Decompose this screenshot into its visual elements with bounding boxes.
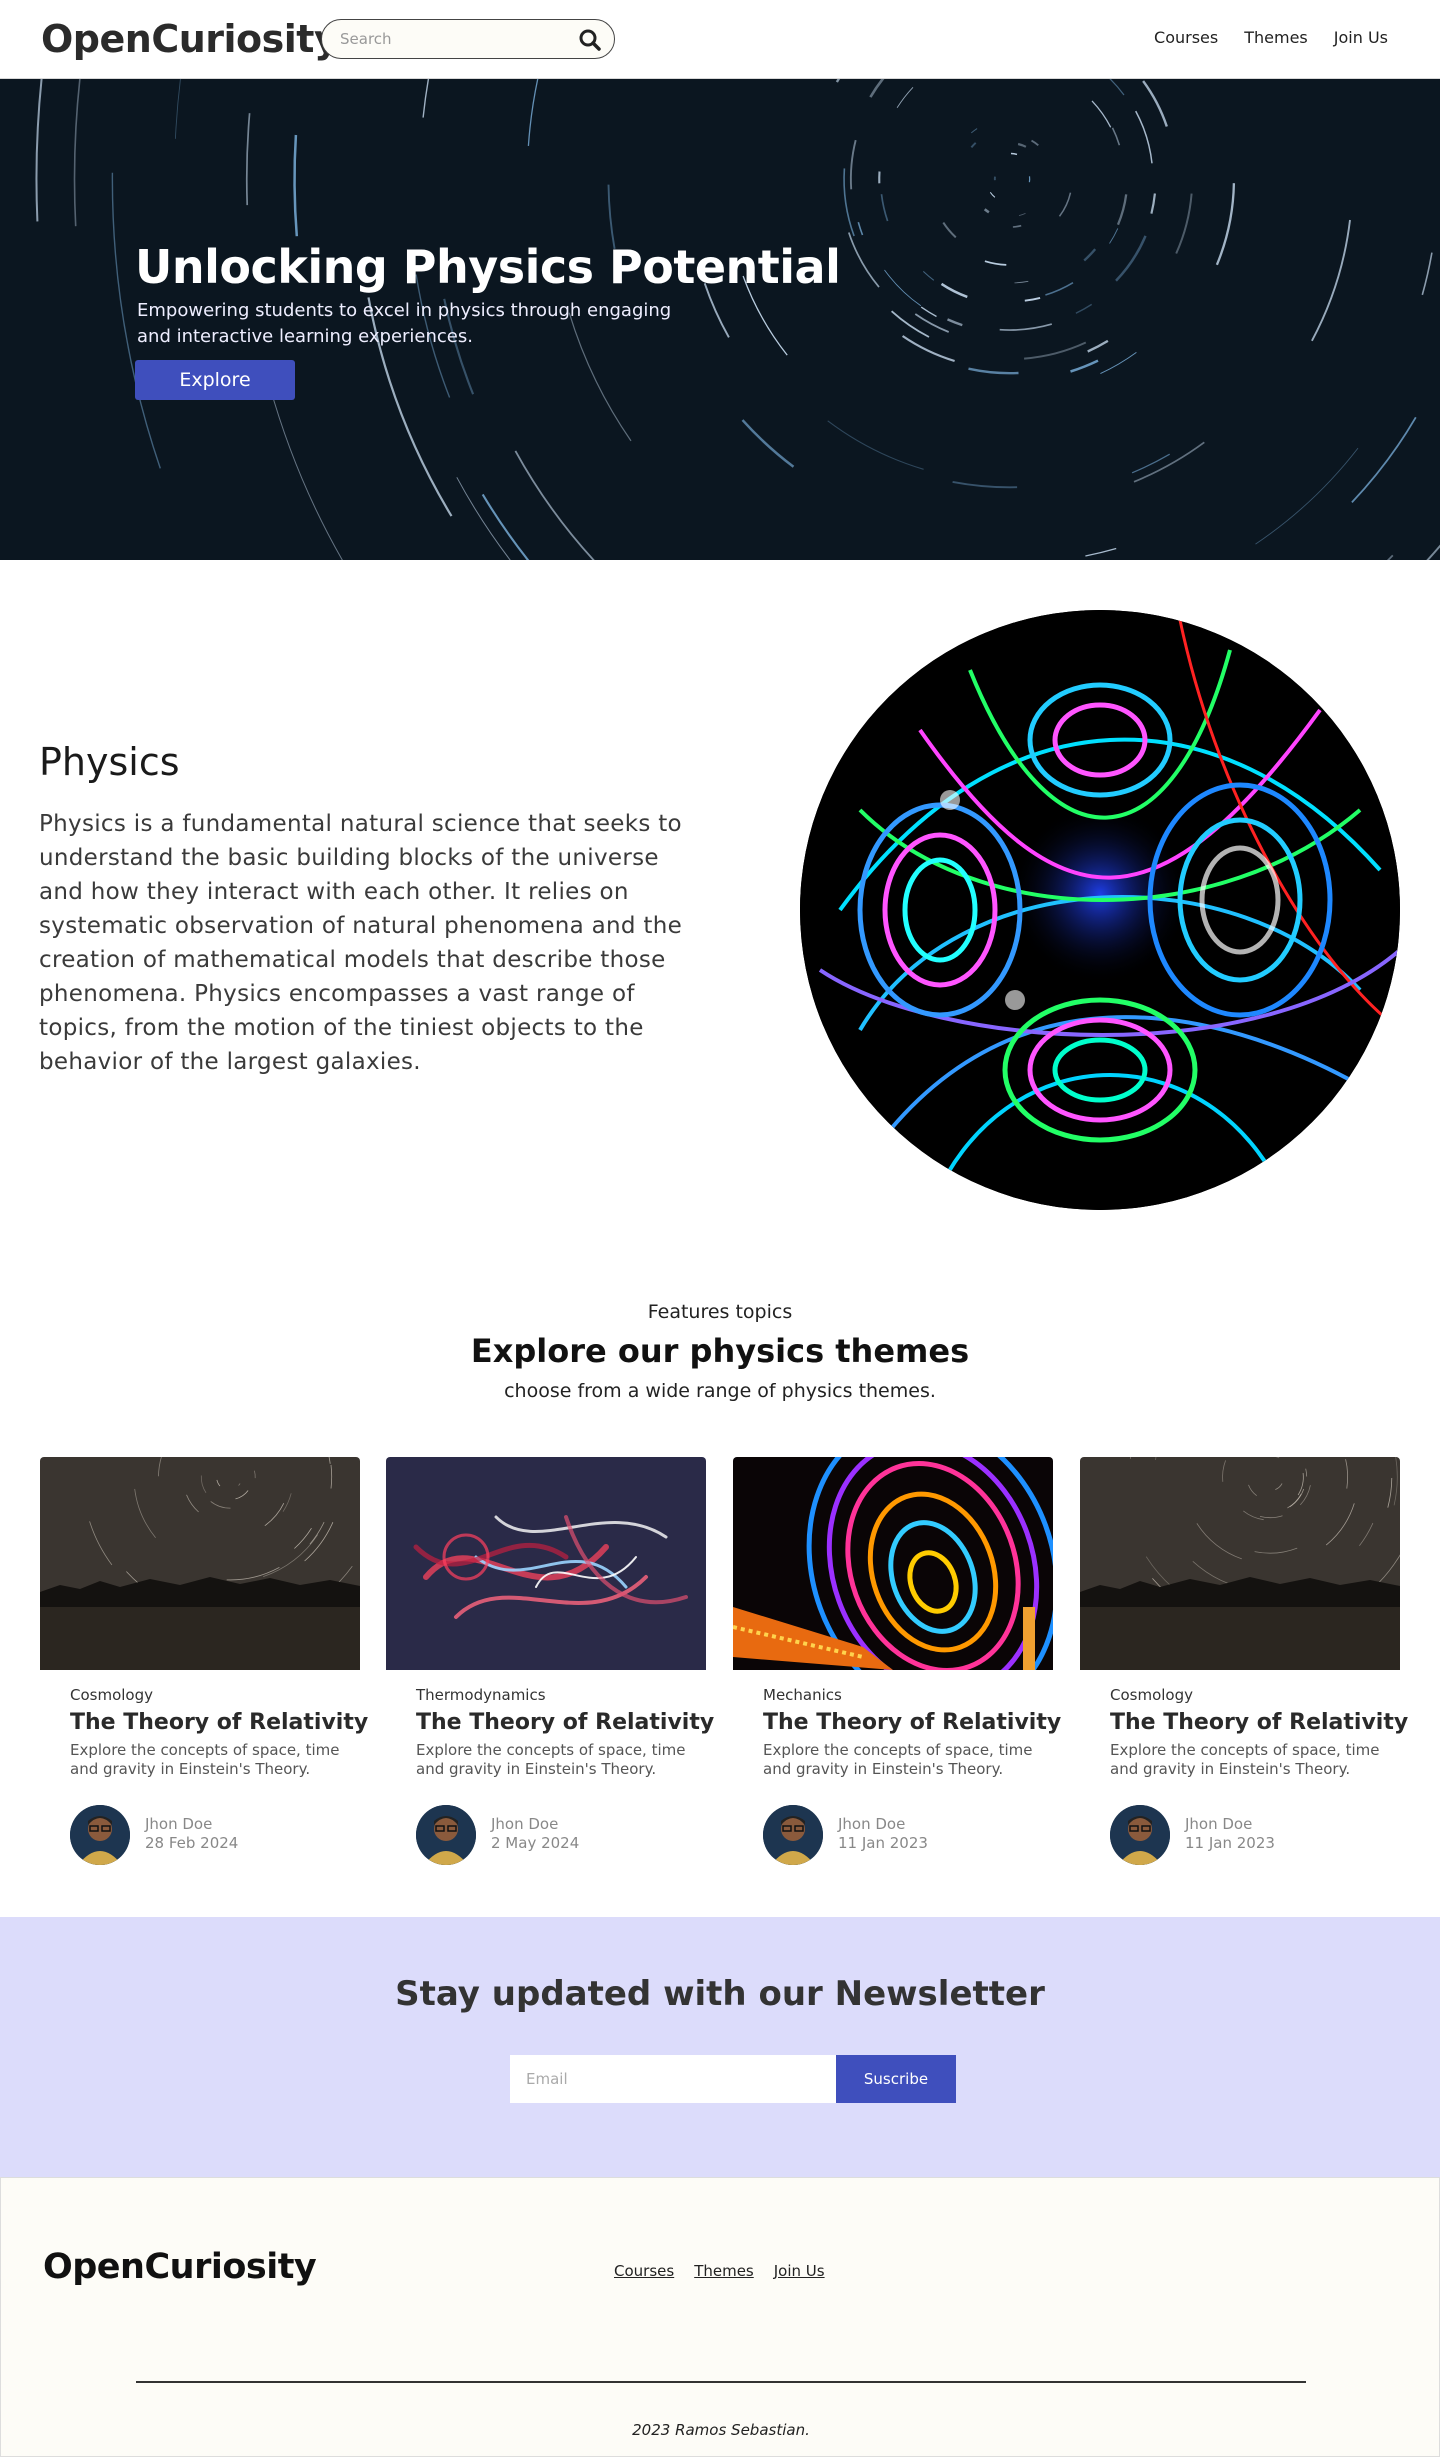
footer-logo[interactable]: OpenCuriosity [43, 2247, 317, 2287]
subscribe-button[interactable]: Suscribe [836, 2055, 956, 2103]
author-name: Jhon Doe [145, 1815, 213, 1833]
footer-link-courses[interactable]: Courses [614, 2262, 674, 2280]
physics-heading: Physics [39, 740, 180, 784]
site-header: OpenCuriosity Courses Themes Join Us [0, 0, 1440, 79]
card-author: Jhon Doe 28 Feb 2024 [145, 1815, 238, 1853]
card-title[interactable]: The Theory of Relativity [1110, 1710, 1408, 1735]
theme-card[interactable]: Mechanics The Theory of Relativity Explo… [733, 1457, 1061, 1872]
card-image-ferris-wheel[interactable] [733, 1457, 1053, 1670]
card-category: Mechanics [763, 1686, 842, 1704]
main-nav: Courses Themes Join Us [1154, 28, 1388, 47]
card-image-light-swirls[interactable] [386, 1457, 706, 1670]
hero-title: Unlocking Physics Potential [135, 240, 841, 294]
site-logo[interactable]: OpenCuriosity [41, 17, 339, 61]
card-image-star-trails[interactable] [1080, 1457, 1400, 1670]
newsletter-heading: Stay updated with our Newsletter [395, 1974, 1045, 2014]
author-name: Jhon Doe [491, 1815, 559, 1833]
card-description: Explore the concepts of space, time and … [1110, 1741, 1380, 1778]
card-category: Thermodynamics [416, 1686, 546, 1704]
features-label: Features topics [647, 1301, 793, 1323]
newsletter-email-input[interactable] [510, 2055, 836, 2103]
nav-themes[interactable]: Themes [1244, 28, 1308, 47]
post-date: 11 Jan 2023 [1185, 1834, 1275, 1852]
card-title[interactable]: The Theory of Relativity [416, 1710, 714, 1735]
card-author: Jhon Doe 11 Jan 2023 [1185, 1815, 1275, 1853]
search-input[interactable] [340, 28, 570, 50]
post-date: 2 May 2024 [491, 1834, 580, 1852]
card-image-star-trails[interactable] [40, 1457, 360, 1670]
theme-card[interactable]: Cosmology The Theory of Relativity Explo… [40, 1457, 368, 1872]
search-bar [321, 19, 615, 59]
card-author: Jhon Doe 11 Jan 2023 [838, 1815, 928, 1853]
card-title[interactable]: The Theory of Relativity [70, 1710, 368, 1735]
nav-join-us[interactable]: Join Us [1334, 28, 1388, 47]
author-avatar [416, 1805, 476, 1865]
hero-banner: Unlocking Physics Potential Empowering s… [0, 79, 1440, 560]
post-date: 28 Feb 2024 [145, 1834, 239, 1852]
footer-copyright: 2023 Ramos Sebastian. [632, 2421, 810, 2439]
themes-heading: Explore our physics themes [470, 1332, 970, 1370]
author-name: Jhon Doe [1185, 1815, 1253, 1833]
card-description: Explore the concepts of space, time and … [763, 1741, 1033, 1778]
footer-link-join-us[interactable]: Join Us [774, 2262, 825, 2280]
themes-subtitle: choose from a wide range of physics them… [504, 1380, 936, 1402]
card-author: Jhon Doe 2 May 2024 [491, 1815, 579, 1853]
footer-link-themes[interactable]: Themes [694, 2262, 754, 2280]
site-footer: OpenCuriosity Courses Themes Join Us 202… [0, 2177, 1440, 2457]
search-icon[interactable] [578, 28, 602, 52]
post-date: 11 Jan 2023 [838, 1834, 928, 1852]
theme-card[interactable]: Thermodynamics The Theory of Relativity … [386, 1457, 714, 1872]
explore-button[interactable]: Explore [135, 360, 295, 400]
hero-subtitle: Empowering students to excel in physics … [137, 300, 672, 347]
footer-nav: Courses Themes Join Us [614, 2262, 825, 2280]
card-description: Explore the concepts of space, time and … [70, 1741, 340, 1778]
author-avatar [763, 1805, 823, 1865]
card-category: Cosmology [70, 1686, 153, 1704]
card-title[interactable]: The Theory of Relativity [763, 1710, 1061, 1735]
author-avatar [1110, 1805, 1170, 1865]
theme-card[interactable]: Cosmology The Theory of Relativity Explo… [1080, 1457, 1408, 1872]
card-category: Cosmology [1110, 1686, 1193, 1704]
newsletter-section: Stay updated with our Newsletter Suscrib… [0, 1917, 1440, 2177]
nav-courses[interactable]: Courses [1154, 28, 1218, 47]
card-description: Explore the concepts of space, time and … [416, 1741, 686, 1778]
author-name: Jhon Doe [838, 1815, 906, 1833]
author-avatar [70, 1805, 130, 1865]
physics-light-image [800, 610, 1400, 1210]
footer-divider [136, 2381, 1306, 2383]
physics-description: Physics is a fundamental natural science… [39, 811, 683, 1075]
